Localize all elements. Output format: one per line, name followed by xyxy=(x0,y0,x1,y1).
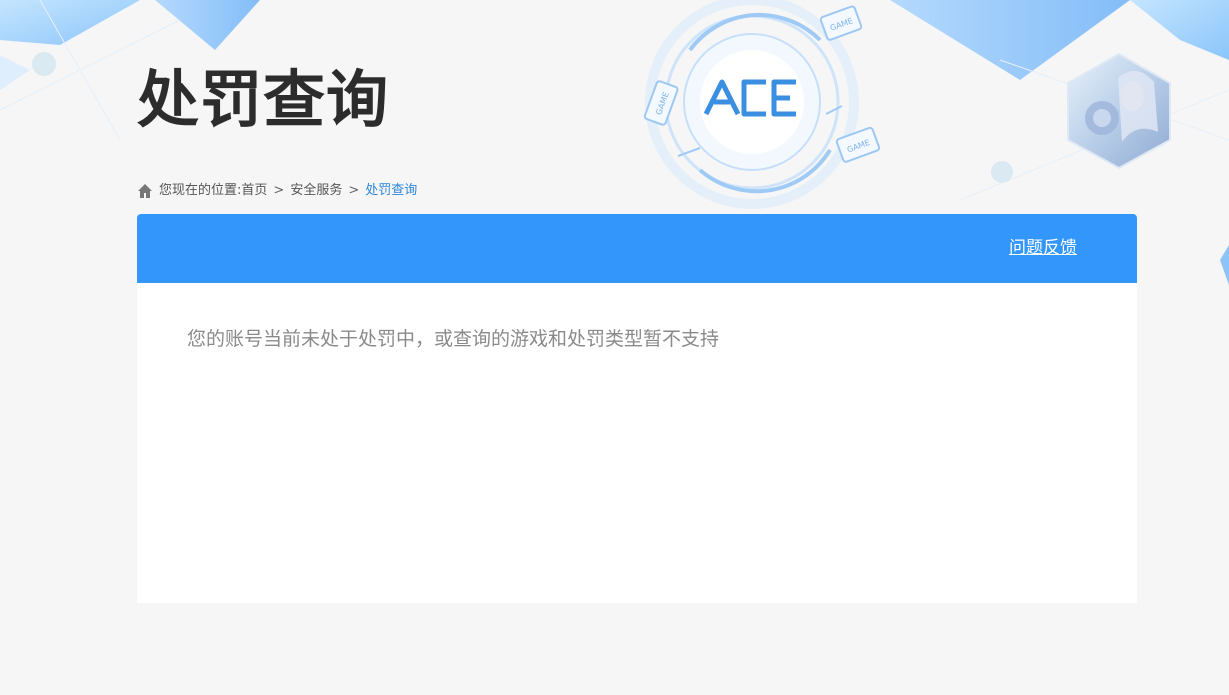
game-badge-icon: GAME xyxy=(819,5,863,41)
breadcrumb: 您现在的位置: 首页 > 安全服务 > 处罚查询 xyxy=(137,181,417,201)
breadcrumb-home-link[interactable]: 首页 xyxy=(241,181,267,201)
breadcrumb-security-link[interactable]: 安全服务 xyxy=(290,181,342,201)
feedback-link[interactable]: 问题反馈 xyxy=(1009,236,1077,260)
home-icon[interactable] xyxy=(137,183,153,199)
breadcrumb-separator: > xyxy=(348,183,360,198)
breadcrumb-prefix: 您现在的位置: xyxy=(159,183,242,198)
status-message: 您的账号当前未处于处罚中，或查询的游戏和处罚类型暂不支持 xyxy=(187,328,720,350)
result-card: 问题反馈 您的账号当前未处于处罚中，或查询的游戏和处罚类型暂不支持 xyxy=(137,214,1137,603)
avatar-hex xyxy=(1067,52,1171,170)
page-title: 处罚查询 xyxy=(137,63,390,136)
game-badge-icon: GAME xyxy=(835,126,881,163)
card-header: 问题反馈 xyxy=(137,214,1137,283)
breadcrumb-separator: > xyxy=(273,183,285,198)
breadcrumb-current: 处罚查询 xyxy=(365,183,418,198)
ace-logo: GAME GAME GAME xyxy=(643,0,881,209)
